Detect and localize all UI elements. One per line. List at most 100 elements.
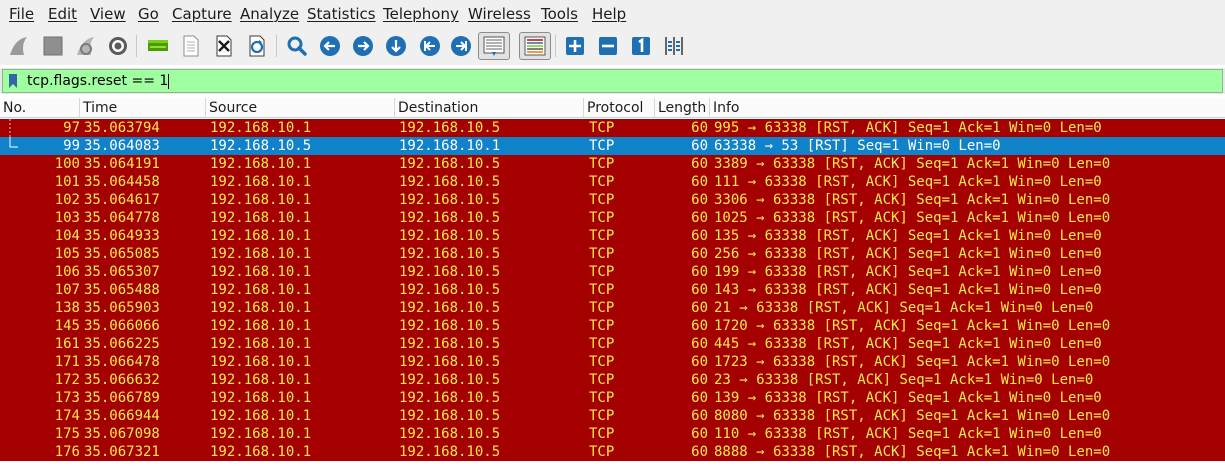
table-row[interactable]: 145 35.066066 192.168.10.1 192.168.10.5 TCP 6… — [0, 317, 1225, 335]
table-row[interactable]: 161 35.066225 192.168.10.1 192.168.10.5 TCP 6… — [0, 335, 1225, 353]
packet-destination: 192.168.10.5 — [399, 336, 501, 352]
table-row[interactable]: 102 35.064617 192.168.10.1 192.168.10.5 TCP 6… — [0, 191, 1225, 209]
menu-edit[interactable]: Edit — [48, 0, 77, 28]
menu-wireless[interactable]: Wireless — [468, 0, 531, 28]
packet-protocol: TCP — [589, 138, 615, 154]
stop-capture-button[interactable] — [40, 33, 66, 59]
first-packet-button[interactable] — [417, 33, 443, 59]
table-row[interactable]: 106 35.065307 192.168.10.1 192.168.10.5 TCP 6… — [0, 263, 1225, 281]
go-back-button[interactable] — [317, 33, 343, 59]
normal-size-icon — [632, 37, 650, 55]
table-row[interactable]: 138 35.065903 192.168.10.1 192.168.10.5 TCP 6… — [0, 299, 1225, 317]
menu-analyze[interactable]: Analyze — [240, 0, 299, 28]
restart-capture-button[interactable] — [73, 33, 99, 59]
menu-view[interactable]: View — [90, 0, 126, 28]
table-row[interactable]: 173 35.066789 192.168.10.1 192.168.10.5 TCP 6… — [0, 389, 1225, 407]
column-header-info[interactable]: Info — [710, 98, 1225, 118]
zoom-out-button[interactable] — [595, 33, 621, 59]
packet-list[interactable]: 97 35.063794 192.168.10.1 192.168.10.5 TCP 60… — [0, 119, 1225, 476]
display-filter-input[interactable]: tcp.flags.reset == 1 — [2, 69, 1223, 93]
menu-statistics[interactable]: Statistics — [307, 0, 376, 28]
table-row[interactable]: 103 35.064778 192.168.10.1 192.168.10.5 TCP 6… — [0, 209, 1225, 227]
packet-length: 60 — [691, 318, 708, 334]
packet-length: 60 — [691, 192, 708, 208]
table-row[interactable]: 100 35.064191 192.168.10.1 192.168.10.5 TCP 6… — [0, 155, 1225, 173]
menu-file[interactable]: File — [9, 0, 34, 28]
table-row[interactable]: 97 35.063794 192.168.10.1 192.168.10.5 TCP 60… — [0, 119, 1225, 137]
colorize-button[interactable] — [519, 32, 551, 60]
last-packet-button[interactable] — [448, 33, 474, 59]
table-row[interactable]: 172 35.066632 192.168.10.1 192.168.10.5 TCP 6… — [0, 371, 1225, 389]
capture-options-button[interactable] — [105, 33, 131, 59]
packet-info: 135 → 63338 [RST, ACK] Seq=1 Ack=1 Win=0… — [714, 228, 1102, 244]
packet-number: 102 — [54, 192, 80, 208]
last-packet-icon — [451, 36, 471, 56]
packet-length: 60 — [691, 300, 708, 316]
packet-destination: 192.168.10.5 — [399, 318, 501, 334]
table-row[interactable]: 107 35.065488 192.168.10.1 192.168.10.5 TCP 6… — [0, 281, 1225, 299]
table-row[interactable]: 171 35.066478 192.168.10.1 192.168.10.5 TCP 6… — [0, 353, 1225, 371]
column-header-no[interactable]: No. — [0, 98, 80, 118]
table-row[interactable]: 101 35.064458 192.168.10.1 192.168.10.5 TCP 6… — [0, 173, 1225, 191]
column-header-source[interactable]: Source — [206, 98, 395, 118]
packet-number: 107 — [54, 282, 80, 298]
table-row[interactable]: 104 35.064933 192.168.10.1 192.168.10.5 TCP 6… — [0, 227, 1225, 245]
auto-scroll-icon — [483, 36, 505, 56]
close-file-button[interactable] — [211, 33, 237, 59]
packet-time: 35.065488 — [84, 282, 160, 298]
packet-protocol: TCP — [589, 408, 615, 424]
save-file-button[interactable] — [178, 33, 204, 59]
packet-protocol: TCP — [589, 120, 615, 136]
bookmark-icon[interactable] — [9, 74, 17, 88]
column-header-protocol[interactable]: Protocol — [584, 98, 655, 118]
packet-length: 60 — [691, 408, 708, 424]
packet-time: 35.066478 — [84, 354, 160, 370]
packet-destination: 192.168.10.5 — [399, 300, 501, 316]
packet-info: 445 → 63338 [RST, ACK] Seq=1 Ack=1 Win=0… — [714, 336, 1102, 352]
packet-time: 35.065085 — [84, 246, 160, 262]
packet-time: 35.066944 — [84, 408, 160, 424]
packet-length: 60 — [691, 210, 708, 226]
packet-length: 60 — [691, 156, 708, 172]
find-packet-button[interactable] — [284, 33, 310, 59]
packet-destination: 192.168.10.5 — [399, 282, 501, 298]
packet-number: 105 — [54, 246, 80, 262]
table-row[interactable]: 174 35.066944 192.168.10.1 192.168.10.5 TCP 6… — [0, 407, 1225, 425]
start-capture-button[interactable] — [6, 33, 32, 59]
resize-columns-button[interactable] — [661, 33, 687, 59]
packet-destination: 192.168.10.5 — [399, 120, 501, 136]
menu-go[interactable]: Go — [138, 0, 159, 28]
table-row[interactable]: 175 35.067098 192.168.10.1 192.168.10.5 TCP 6… — [0, 425, 1225, 443]
menu-telephony[interactable]: Telephony — [383, 0, 459, 28]
go-to-packet-button[interactable] — [383, 33, 409, 59]
table-row[interactable]: 176 35.067321 192.168.10.1 192.168.10.5 TCP 6… — [0, 443, 1225, 461]
column-header-length[interactable]: Length — [655, 98, 710, 118]
packet-time: 35.066789 — [84, 390, 160, 406]
packet-protocol: TCP — [589, 372, 615, 388]
packet-number: 172 — [54, 372, 80, 388]
packet-time: 35.064458 — [84, 174, 160, 190]
column-header-destination[interactable]: Destination — [395, 98, 584, 118]
packet-protocol: TCP — [589, 354, 615, 370]
menu-tools[interactable]: Tools — [541, 0, 578, 28]
go-forward-button[interactable] — [350, 33, 376, 59]
packet-list-header: No. Time Source Destination Protocol Len… — [0, 98, 1225, 118]
column-header-time[interactable]: Time — [80, 98, 206, 118]
packet-protocol: TCP — [589, 246, 615, 262]
display-filter-text: tcp.flags.reset == 1 — [27, 73, 169, 89]
auto-scroll-button[interactable] — [478, 32, 510, 60]
table-row-selected[interactable]: 99 35.064083 192.168.10.5 192.168.10.1 TCP 60… — [0, 137, 1225, 155]
menu-capture[interactable]: Capture — [172, 0, 232, 28]
packet-info: 111 → 63338 [RST, ACK] Seq=1 Ack=1 Win=0… — [714, 174, 1102, 190]
normal-size-button[interactable] — [628, 33, 654, 59]
menu-help[interactable]: Help — [592, 0, 626, 28]
table-row[interactable]: 105 35.065085 192.168.10.1 192.168.10.5 TCP 6… — [0, 245, 1225, 263]
packet-info: 1720 → 63338 [RST, ACK] Seq=1 Ack=1 Win=… — [714, 318, 1111, 334]
zoom-in-button[interactable] — [562, 33, 588, 59]
packet-destination: 192.168.10.5 — [399, 246, 501, 262]
packet-number: 97 — [63, 120, 80, 136]
reload-file-button[interactable] — [244, 33, 270, 59]
packet-source: 192.168.10.1 — [210, 264, 312, 280]
open-file-button[interactable] — [145, 33, 171, 59]
packet-info: 139 → 63338 [RST, ACK] Seq=1 Ack=1 Win=0… — [714, 390, 1102, 406]
